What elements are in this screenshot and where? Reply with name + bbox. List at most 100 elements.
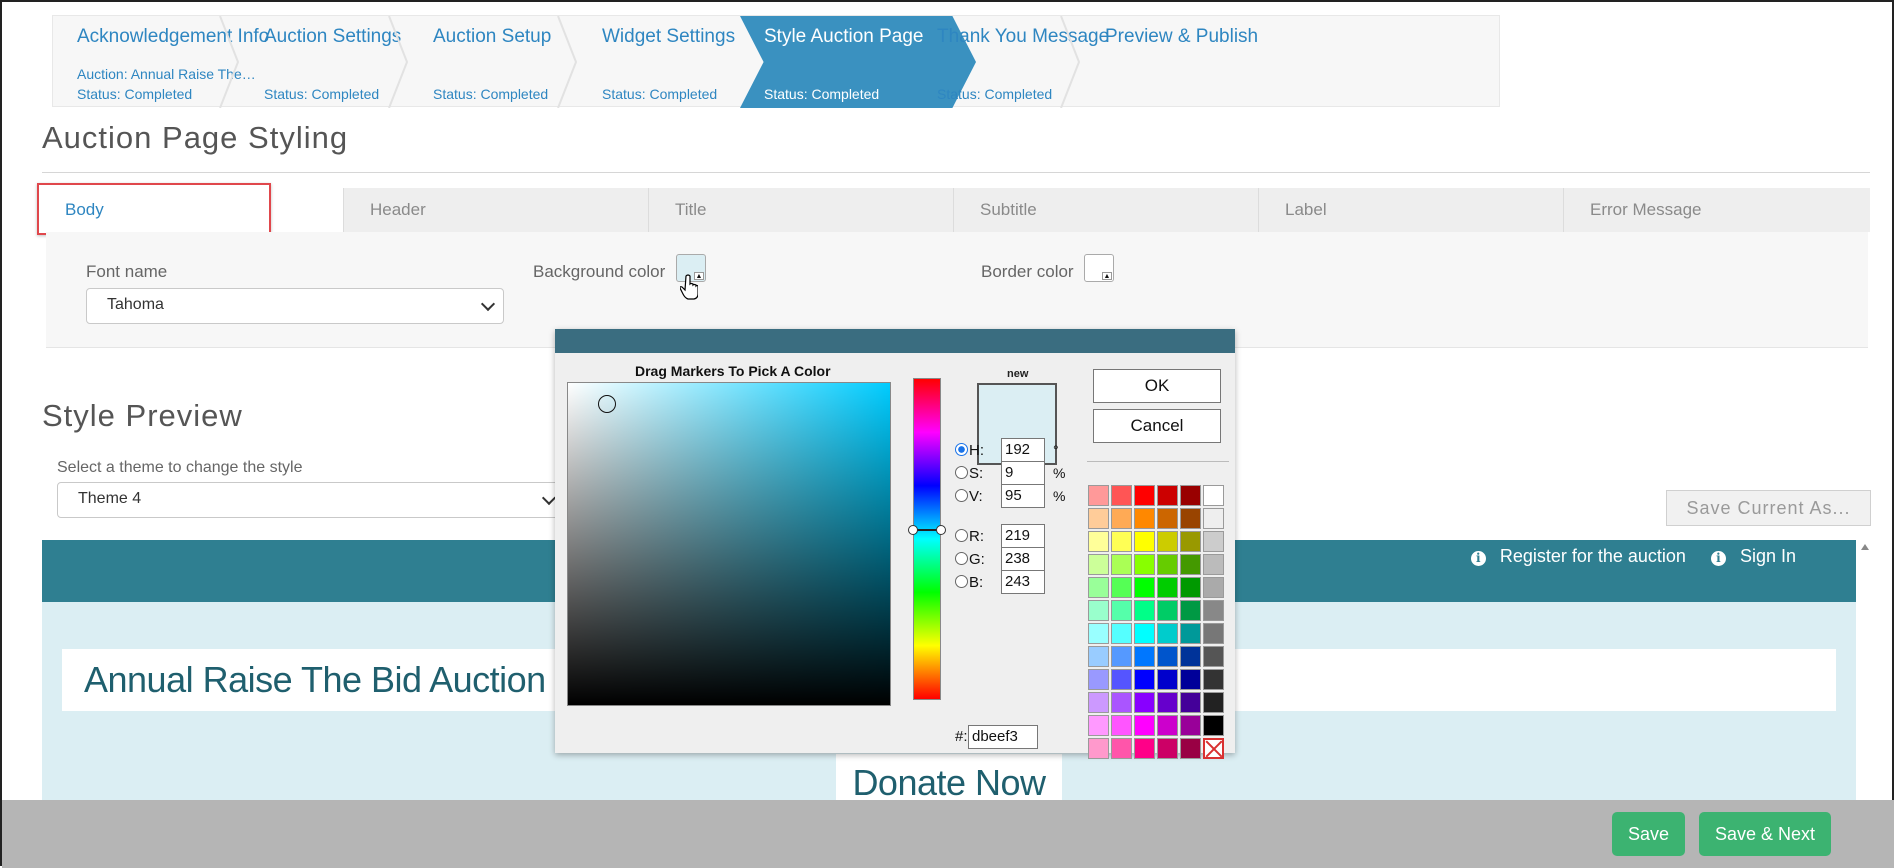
palette-swatch[interactable] xyxy=(1088,577,1109,598)
palette-swatch[interactable] xyxy=(1111,508,1132,529)
palette-swatch[interactable] xyxy=(1180,692,1201,713)
palette-swatch[interactable] xyxy=(1111,715,1132,736)
palette-swatch[interactable] xyxy=(1203,623,1224,644)
palette-swatch[interactable] xyxy=(1157,485,1178,506)
palette-swatch[interactable] xyxy=(1203,485,1224,506)
palette-swatch[interactable] xyxy=(1111,485,1132,506)
palette-swatch[interactable] xyxy=(1088,646,1109,667)
signin-link[interactable]: i Sign In xyxy=(1701,546,1796,566)
save-current-as-button[interactable]: Save Current As... xyxy=(1666,490,1871,526)
hue-marker-handle[interactable] xyxy=(908,525,946,535)
border-color-swatch[interactable]: ▲ xyxy=(1084,254,1114,282)
palette-swatch[interactable] xyxy=(1134,623,1155,644)
palette-swatch[interactable] xyxy=(1203,577,1224,598)
palette-swatch[interactable] xyxy=(1088,623,1109,644)
color-field-input[interactable]: 219 xyxy=(1001,524,1045,548)
palette-swatch[interactable] xyxy=(1157,623,1178,644)
palette-swatch[interactable] xyxy=(1111,738,1132,759)
palette-swatch[interactable] xyxy=(1088,738,1109,759)
palette-swatch[interactable] xyxy=(1180,554,1201,575)
color-field-input[interactable]: 9 xyxy=(1001,461,1045,485)
color-field-input[interactable]: 243 xyxy=(1001,570,1045,594)
color-field-input[interactable]: 192 xyxy=(1001,438,1045,462)
radio-button[interactable] xyxy=(955,443,968,456)
palette-swatch[interactable] xyxy=(1180,715,1201,736)
palette-swatch[interactable] xyxy=(1111,600,1132,621)
palette-swatch[interactable] xyxy=(1180,531,1201,552)
palette-swatch[interactable] xyxy=(1088,692,1109,713)
palette-swatch[interactable] xyxy=(1180,485,1201,506)
radio-button[interactable] xyxy=(955,575,968,588)
palette-swatch[interactable] xyxy=(1180,577,1201,598)
saturation-value-area[interactable] xyxy=(567,382,891,706)
tab-header[interactable]: Header xyxy=(343,188,648,232)
palette-swatch[interactable] xyxy=(1203,554,1224,575)
ok-button[interactable]: OK xyxy=(1093,369,1221,403)
palette-swatch[interactable] xyxy=(1111,623,1132,644)
palette-swatch[interactable] xyxy=(1157,738,1178,759)
palette-swatch[interactable] xyxy=(1111,669,1132,690)
hex-input[interactable]: dbeef3 xyxy=(968,725,1038,749)
wizard-step[interactable]: Preview & Publish xyxy=(1081,16,1317,108)
palette-swatch[interactable] xyxy=(1157,646,1178,667)
tab-label[interactable]: Label xyxy=(1258,188,1563,232)
tab-subtitle[interactable]: Subtitle xyxy=(953,188,1258,232)
palette-swatch[interactable] xyxy=(1134,646,1155,667)
palette-swatch[interactable] xyxy=(1180,738,1201,759)
palette-swatch[interactable] xyxy=(1134,531,1155,552)
palette-swatch[interactable] xyxy=(1157,508,1178,529)
save-next-button[interactable]: Save & Next xyxy=(1699,812,1831,856)
palette-swatch[interactable] xyxy=(1180,508,1201,529)
palette-swatch[interactable] xyxy=(1180,623,1201,644)
palette-swatch[interactable] xyxy=(1203,715,1224,736)
palette-swatch[interactable] xyxy=(1203,600,1224,621)
tab-title[interactable]: Title xyxy=(648,188,953,232)
palette-swatch[interactable] xyxy=(1088,600,1109,621)
color-field-input[interactable]: 238 xyxy=(1001,547,1045,571)
sv-marker-handle[interactable] xyxy=(598,395,616,413)
palette-swatch[interactable] xyxy=(1180,646,1201,667)
palette-swatch[interactable] xyxy=(1134,600,1155,621)
tab-error-message[interactable]: Error Message xyxy=(1563,188,1870,232)
palette-swatch[interactable] xyxy=(1111,646,1132,667)
color-field-input[interactable]: 95 xyxy=(1001,484,1045,508)
save-button[interactable]: Save xyxy=(1612,812,1685,856)
palette-swatch[interactable] xyxy=(1203,508,1224,529)
radio-button[interactable] xyxy=(955,466,968,479)
palette-swatch[interactable] xyxy=(1203,692,1224,713)
palette-swatch[interactable] xyxy=(1157,554,1178,575)
palette-swatch[interactable] xyxy=(1134,738,1155,759)
no-color-swatch[interactable] xyxy=(1203,738,1224,759)
palette-swatch[interactable] xyxy=(1157,531,1178,552)
font-name-select[interactable]: Tahoma xyxy=(86,288,504,324)
palette-swatch[interactable] xyxy=(1111,577,1132,598)
palette-swatch[interactable] xyxy=(1111,554,1132,575)
tab-body[interactable]: Body xyxy=(38,188,343,232)
palette-swatch[interactable] xyxy=(1203,669,1224,690)
palette-swatch[interactable] xyxy=(1088,531,1109,552)
register-link[interactable]: i Register for the auction xyxy=(1461,546,1686,566)
color-picker-titlebar[interactable] xyxy=(555,329,1235,353)
radio-button[interactable] xyxy=(955,529,968,542)
palette-swatch[interactable] xyxy=(1134,715,1155,736)
palette-swatch[interactable] xyxy=(1111,692,1132,713)
palette-swatch[interactable] xyxy=(1203,531,1224,552)
palette-swatch[interactable] xyxy=(1134,692,1155,713)
palette-swatch[interactable] xyxy=(1157,600,1178,621)
theme-select[interactable]: Theme 4 xyxy=(57,482,565,518)
palette-swatch[interactable] xyxy=(1088,669,1109,690)
palette-swatch[interactable] xyxy=(1203,646,1224,667)
palette-swatch[interactable] xyxy=(1134,508,1155,529)
hue-slider[interactable] xyxy=(913,378,941,700)
palette-swatch[interactable] xyxy=(1134,669,1155,690)
palette-swatch[interactable] xyxy=(1088,485,1109,506)
palette-swatch[interactable] xyxy=(1180,600,1201,621)
palette-swatch[interactable] xyxy=(1180,669,1201,690)
scroll-up-icon[interactable] xyxy=(1861,544,1869,550)
palette-swatch[interactable] xyxy=(1157,577,1178,598)
radio-button[interactable] xyxy=(955,552,968,565)
cancel-button[interactable]: Cancel xyxy=(1093,409,1221,443)
palette-swatch[interactable] xyxy=(1157,692,1178,713)
palette-swatch[interactable] xyxy=(1157,669,1178,690)
palette-swatch[interactable] xyxy=(1088,554,1109,575)
